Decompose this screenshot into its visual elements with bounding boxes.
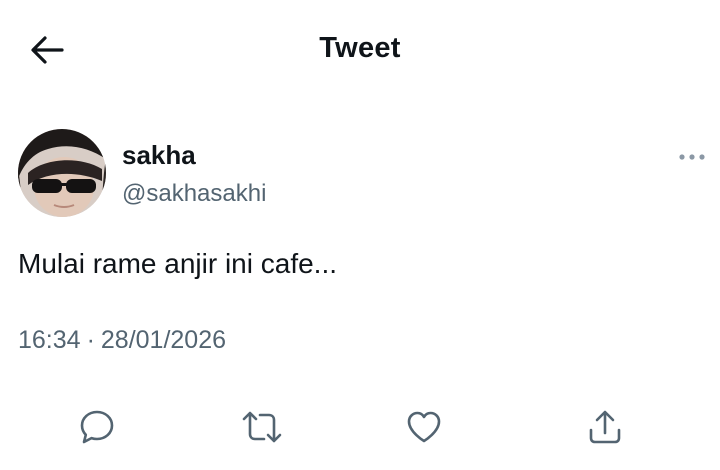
- reply-icon: [80, 410, 114, 444]
- like-button[interactable]: [399, 402, 449, 452]
- tweet-date: 28/01/2026: [100, 326, 227, 354]
- avatar-photo: [18, 129, 106, 217]
- timestamp-separator: ·: [86, 326, 95, 354]
- share-button[interactable]: [580, 402, 630, 452]
- display-name[interactable]: sakha: [122, 140, 196, 171]
- avatar[interactable]: [18, 129, 106, 217]
- tweet-text: Mulai rame anjir ini cafe...: [18, 248, 338, 279]
- retweet-icon: [242, 411, 282, 443]
- retweet-button[interactable]: [237, 402, 287, 452]
- share-icon: [589, 410, 621, 444]
- reply-button[interactable]: [72, 402, 122, 452]
- tweet-actions-bar: [0, 402, 720, 452]
- more-options-button[interactable]: [676, 146, 708, 168]
- heart-icon: [407, 411, 441, 443]
- user-handle[interactable]: @sakhasakhi: [122, 180, 266, 208]
- more-horizontal-icon: [679, 154, 705, 160]
- page-title: Tweet: [319, 32, 401, 64]
- top-bar: Tweet: [0, 0, 720, 100]
- tweet-timestamp: 16:34 · 28/01/2026: [18, 326, 226, 355]
- tweet-time: 16:34: [18, 326, 81, 354]
